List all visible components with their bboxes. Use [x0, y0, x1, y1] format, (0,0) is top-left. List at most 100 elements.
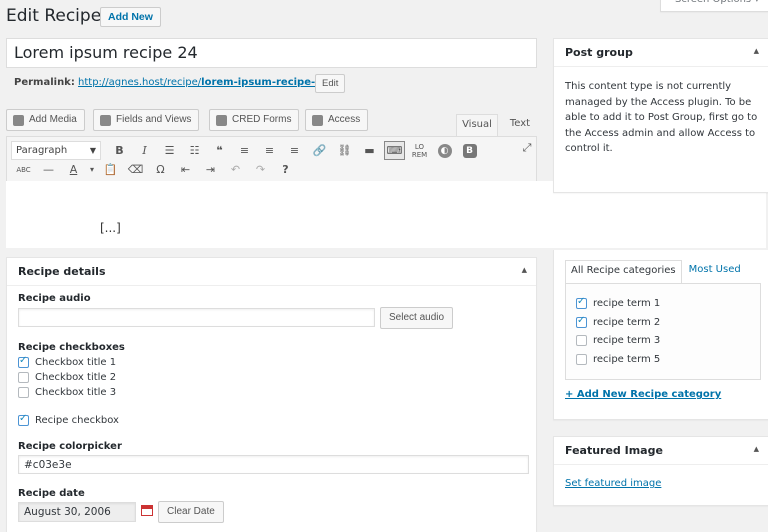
clear-formatting-icon[interactable]: ⌫ — [123, 163, 148, 176]
bullet-list-icon[interactable]: ☰ — [157, 144, 182, 157]
post-title-input[interactable]: Lorem ipsum recipe 24 — [6, 38, 537, 68]
lorem-ipsum-icon[interactable]: LO REM — [407, 143, 432, 159]
add-new-button[interactable]: Add New — [100, 7, 161, 27]
fields-and-views-button[interactable]: Fields and Views — [93, 109, 200, 131]
outdent-icon[interactable]: ⇤ — [173, 163, 198, 176]
add-media-label: Add Media — [29, 114, 77, 125]
bootstrap-icon[interactable]: B — [457, 143, 482, 158]
list-item[interactable]: recipe term 5 — [576, 354, 660, 365]
strikethrough-icon[interactable]: ABC — [11, 166, 36, 174]
align-center-icon[interactable]: ≡ — [257, 144, 282, 157]
checkbox-2-label: Checkbox title 2 — [35, 372, 117, 383]
add-media-button[interactable]: Add Media — [6, 109, 85, 131]
recipe-date-label: Recipe date — [18, 488, 85, 499]
lock-icon — [312, 114, 323, 126]
text-color-dropdown-icon[interactable]: ▾ — [86, 165, 98, 174]
redo-icon[interactable]: ↷ — [248, 163, 273, 176]
select-audio-button[interactable]: Select audio — [380, 307, 454, 329]
post-group-title: Post group — [565, 46, 633, 59]
collapse-toggle-icon[interactable]: ▲ — [754, 47, 759, 55]
cred-forms-label: CRED Forms — [232, 114, 292, 125]
tab-text[interactable]: Text — [504, 114, 536, 136]
featured-image-header[interactable]: Featured Image ▲ — [554, 437, 768, 465]
format-select[interactable]: Paragraph ▼ — [11, 141, 101, 160]
recipe-checkbox-row[interactable]: Recipe checkbox — [18, 413, 119, 426]
featured-image-box: Featured Image ▲ Set featured image — [553, 436, 768, 506]
clear-date-button[interactable]: Clear Date — [158, 501, 224, 523]
read-more-icon[interactable]: ▬ — [357, 144, 382, 157]
align-right-icon[interactable]: ≡ — [282, 144, 307, 157]
recipe-checkbox[interactable] — [18, 413, 29, 426]
category-checkbox-2[interactable] — [576, 315, 587, 328]
calendar-icon[interactable] — [141, 505, 153, 516]
permalink-base: http://agnes.host/recipe/ — [78, 77, 202, 88]
paste-text-icon[interactable]: 📋 — [98, 163, 123, 176]
permalink-slug: lorem-ipsum-recipe-24 — [201, 77, 330, 88]
category-label-3: recipe term 3 — [593, 335, 661, 346]
checkbox-2[interactable] — [18, 372, 29, 383]
tab-all-categories[interactable]: All Recipe categories — [565, 260, 682, 284]
media-icon — [13, 114, 24, 126]
category-label-2: recipe term 2 — [593, 317, 661, 328]
recipe-audio-input[interactable] — [18, 308, 375, 327]
recipe-checkboxes-label: Recipe checkboxes — [18, 342, 125, 353]
recipe-details-header[interactable]: Recipe details ▲ — [7, 258, 536, 286]
fields-icon — [100, 114, 111, 126]
permalink: Permalink: http://agnes.host/recipe/lore… — [14, 77, 332, 88]
post-group-text: This content type is not currently manag… — [565, 81, 758, 154]
toolset-icon[interactable]: ◐ — [432, 143, 457, 158]
list-item[interactable]: recipe term 2 — [576, 315, 661, 328]
permalink-label: Permalink: — [14, 77, 75, 88]
indent-icon[interactable]: ⇥ — [198, 163, 223, 176]
set-featured-image-link[interactable]: Set featured image — [565, 478, 661, 489]
forms-icon — [216, 114, 227, 126]
collapse-toggle-icon[interactable]: ▲ — [754, 445, 759, 453]
help-icon[interactable]: ? — [273, 163, 298, 176]
category-checkbox-1[interactable] — [576, 296, 587, 309]
cred-forms-button[interactable]: CRED Forms — [209, 109, 300, 131]
access-button[interactable]: Access — [305, 109, 369, 131]
horizontal-line-icon[interactable]: — — [36, 163, 61, 176]
recipe-colorpicker-input[interactable]: #c03e3e — [18, 455, 529, 474]
category-list: recipe term 1 recipe term 2 recipe term … — [565, 283, 761, 380]
list-item[interactable]: recipe term 1 — [576, 296, 660, 309]
category-checkbox-5[interactable] — [576, 354, 587, 365]
fullscreen-icon[interactable]: ⤢ — [519, 141, 535, 155]
category-checkbox-3[interactable] — [576, 335, 587, 346]
checkbox-1-label: Checkbox title 1 — [35, 357, 117, 368]
link-icon[interactable]: 🔗 — [307, 144, 332, 157]
recipe-details-box: Recipe details ▲ Recipe audio Select aud… — [6, 257, 537, 532]
checkbox-row[interactable]: Checkbox title 1 — [18, 355, 117, 368]
add-new-category-link[interactable]: + Add New Recipe category — [565, 389, 721, 400]
permalink-link[interactable]: http://agnes.host/recipe/lorem-ipsum-rec… — [78, 77, 332, 88]
tab-most-used[interactable]: Most Used — [682, 260, 748, 284]
chevron-down-icon: ▼ — [89, 146, 96, 155]
post-group-header[interactable]: Post group ▲ — [554, 39, 768, 67]
checkbox-row[interactable]: Checkbox title 3 — [18, 387, 116, 398]
recipe-date-input[interactable]: August 30, 2006 — [18, 502, 136, 522]
special-character-icon[interactable]: Ω — [148, 163, 173, 176]
fields-and-views-label: Fields and Views — [116, 114, 192, 125]
list-item[interactable]: recipe term 3 — [576, 335, 660, 346]
screen-options-button[interactable]: Screen Options ▾ — [660, 0, 768, 12]
undo-icon[interactable]: ↶ — [223, 163, 248, 176]
edit-slug-button[interactable]: Edit — [315, 74, 346, 93]
checkbox-1[interactable] — [18, 355, 29, 368]
toolbar-toggle-icon[interactable]: ⌨ — [384, 141, 405, 160]
collapse-toggle-icon[interactable]: ▲ — [522, 266, 527, 274]
text-color-icon[interactable]: A — [61, 163, 86, 176]
tab-visual[interactable]: Visual — [456, 114, 498, 136]
blockquote-icon[interactable]: ❝ — [207, 144, 232, 157]
italic-icon[interactable]: I — [132, 144, 157, 157]
numbered-list-icon[interactable]: ☷ — [182, 144, 207, 157]
checkbox-row[interactable]: Checkbox title 2 — [18, 372, 116, 383]
unlink-icon[interactable]: ⛓ — [332, 144, 357, 157]
format-select-value: Paragraph — [16, 145, 68, 156]
bold-icon[interactable]: B — [107, 144, 132, 157]
category-tabs: All Recipe categories Most Used — [565, 260, 748, 284]
checkbox-3[interactable] — [18, 387, 29, 398]
recipe-audio-label: Recipe audio — [18, 293, 91, 304]
editor-toolbar: Paragraph ▼ B I ☰ ☷ ❝ ≡ ≡ ≡ 🔗 ⛓ ▬ ⌨ LO R… — [6, 136, 537, 182]
category-label-5: recipe term 5 — [593, 354, 661, 365]
align-left-icon[interactable]: ≡ — [232, 144, 257, 157]
